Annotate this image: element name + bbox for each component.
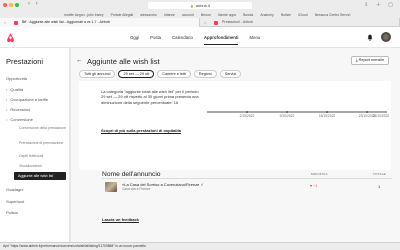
bookmark-item[interactable]: alessandro <box>140 13 157 17</box>
feedback-link[interactable]: Lascia un feedback <box>102 217 139 222</box>
chart-point[interactable] <box>326 111 328 113</box>
tab-label: Prestazioni - Airbnb <box>222 20 254 24</box>
bookmark-item[interactable]: account <box>182 13 194 17</box>
bookmarks-bar: mobile Aegon...john Insley Portale Allega… <box>0 11 400 18</box>
chart-x-tick-label: 2/10/2022 <box>239 114 255 118</box>
bookmark-item[interactable]: libroon <box>201 13 211 17</box>
share-and-newtab-icons[interactable]: ⇪ ＋ ▢ <box>364 1 396 8</box>
share-report-button[interactable]: ⤓ Report mensile <box>351 56 389 65</box>
sidebar-item-qualita[interactable]: Qualità <box>6 87 23 92</box>
nav-oggi[interactable]: Oggi <box>130 27 139 48</box>
top-navigation: Oggi Posta Calendario Approfondimenti Menu <box>130 27 271 48</box>
bookmark-item[interactable]: Ilsinde apps <box>218 13 236 17</box>
bookmark-item[interactable]: Infance <box>164 13 175 17</box>
tab-strip: × Bff - Aggiunte alle wish list - Aggiorn… <box>0 18 400 27</box>
sidebar-item-pulizia[interactable]: Pulizia <box>6 210 18 215</box>
summary-card: La categoria "aggiunte totali alle wish … <box>79 81 391 170</box>
address-bar[interactable]: 🔒 airbnb.it <box>148 2 252 9</box>
listing-thumbnail <box>105 182 117 192</box>
zoom-window-button[interactable] <box>15 3 19 7</box>
nav-approfondimenti[interactable]: Approfondimenti <box>203 27 238 48</box>
bookmark-item[interactable]: Notizie <box>281 13 291 17</box>
chart-point[interactable] <box>286 111 288 113</box>
chart-x-tick-label: 9/10/2022 <box>279 114 295 118</box>
lock-icon: 🔒 <box>190 4 194 8</box>
browser-toolbar: ‹ › 🔒 airbnb.it ⇪ ＋ ▢ <box>0 0 400 11</box>
avatar[interactable] <box>381 32 391 42</box>
nav-posta[interactable]: Posta <box>150 27 161 48</box>
filter-chip-tutti-gli-annunci[interactable]: Tutti gli annunci <box>79 70 116 78</box>
sidebar-item-guadagni[interactable]: Guadagni <box>6 187 23 192</box>
airbnb-favicon-icon <box>214 21 218 25</box>
tab-label: Bff - Aggiunte alle wish list - Aggiorna… <box>22 20 110 24</box>
sidebar-subitem[interactable]: Visualizzazioni <box>19 164 67 169</box>
chart-point[interactable] <box>366 111 368 113</box>
filter-chip-servizi[interactable]: Servizi <box>219 70 242 78</box>
airbnb-logo-icon[interactable] <box>6 32 15 43</box>
share-report-label: Report mensile <box>358 58 385 62</box>
filter-chip-regioni[interactable]: Regioni <box>193 70 217 78</box>
window-controls <box>3 3 19 7</box>
airbnb-favicon-icon <box>14 21 18 25</box>
chart-point[interactable] <box>246 111 248 113</box>
browser-tab[interactable]: × Bff - Aggiunte alle wish list - Aggiorn… <box>0 18 200 27</box>
sidebar-item-recensioni[interactable]: Recensioni <box>6 107 30 112</box>
table-row[interactable]: «La Casa del Sorriso a Covenziano/Firenz… <box>102 180 392 194</box>
nav-menu[interactable]: Menu <box>249 27 260 48</box>
bookmark-item[interactable]: Nessuna Centro Servizi <box>315 13 351 17</box>
learn-more-link[interactable]: Scopri di più sulla prestazioni di ospit… <box>101 128 201 133</box>
bookmark-item[interactable]: Portale Allegati <box>111 13 134 17</box>
bookmark-item[interactable]: mobile Aegon...john Insley <box>64 13 104 17</box>
close-tab-icon[interactable]: × <box>4 18 6 27</box>
close-window-button[interactable] <box>3 3 7 7</box>
column-header-change: MODIFICA <box>311 172 328 176</box>
minimize-window-button[interactable] <box>9 3 13 7</box>
sidebar-item-aggiunte-wishlist[interactable]: Aggiunte alle wish list <box>14 172 66 180</box>
sidebar: Prestazioni Opportunità Qualità Occupazion… <box>0 48 70 242</box>
bookmark-item[interactable]: Bussia <box>243 13 253 17</box>
app-header: Oggi Posta Calendario Approfondimenti Menu <box>0 27 400 48</box>
address-bar-url: airbnb.it <box>195 3 210 8</box>
download-icon: ⤓ <box>355 58 358 62</box>
browser-status-bar: Apri "https://www.airbnb.it/performance/… <box>0 242 400 250</box>
sidebar-subitem[interactable]: Conversione della prestazione <box>19 126 67 131</box>
sidebar-subitem[interactable]: Prenotazioni di prenotazione <box>19 141 67 146</box>
sidebar-item-conversione[interactable]: Conversione <box>6 117 32 122</box>
close-tab-icon[interactable]: × <box>204 18 206 27</box>
filter-chip-camere-e-letti[interactable]: Camere e letti <box>157 70 191 78</box>
browser-chrome: ‹ › 🔒 airbnb.it ⇪ ＋ ▢ mobile Aegon...john… <box>0 0 400 27</box>
sidebar-item-occupazione-e-tariffe[interactable]: Occupazione e tariffe <box>6 97 48 102</box>
bookmark-item[interactable]: Anatomy <box>260 13 273 17</box>
listings-section-title: Nome dell'annuncio <box>102 171 161 178</box>
sidebar-title: Prestazioni <box>6 57 44 66</box>
filter-chip-29-set-29-ott[interactable]: 29 set — 29 ott <box>118 70 155 78</box>
summary-text: La categoria "aggiunte totali alle wish … <box>101 89 199 105</box>
sidebar-subitem[interactable]: Ospiti fidelizzati <box>19 154 67 159</box>
listing-change: −1 <box>310 184 317 188</box>
chart-x-axis: 2/10/2022 9/10/2022 16/10/2022 23/10/2022 24… <box>207 114 390 120</box>
bell-icon[interactable] <box>367 34 373 41</box>
main-content: ← Aggiunte alle wish list ⤓ Report mensi… <box>71 48 400 242</box>
browser-tab[interactable]: × Prestazioni - Airbnb <box>200 18 400 27</box>
page-title: Aggiunte alle wish list <box>87 57 160 66</box>
nav-calendario[interactable]: Calendario <box>172 27 193 48</box>
column-header-total: TOTALE <box>373 172 386 176</box>
filter-bar: Tutti gli annunci 29 set — 29 ott Camere e… <box>79 70 242 78</box>
table-divider <box>102 178 392 179</box>
listing-total: 1 <box>378 184 381 189</box>
listing-subtitle: Casa vita a Firenze <box>122 187 151 191</box>
bookmark-item[interactable]: iCloud <box>298 13 308 17</box>
back-arrow-icon[interactable]: ← <box>76 57 83 64</box>
chart-x-tick-label: 16/10/2022 <box>318 114 336 118</box>
chart-x-tick-label: 24/10/2022 <box>372 114 390 118</box>
sidebar-item-opportunita[interactable]: Opportunità <box>6 76 27 81</box>
back-forward-icons[interactable]: ‹ › <box>28 1 40 7</box>
sidebar-item-superhost[interactable]: Superhost <box>6 199 24 204</box>
